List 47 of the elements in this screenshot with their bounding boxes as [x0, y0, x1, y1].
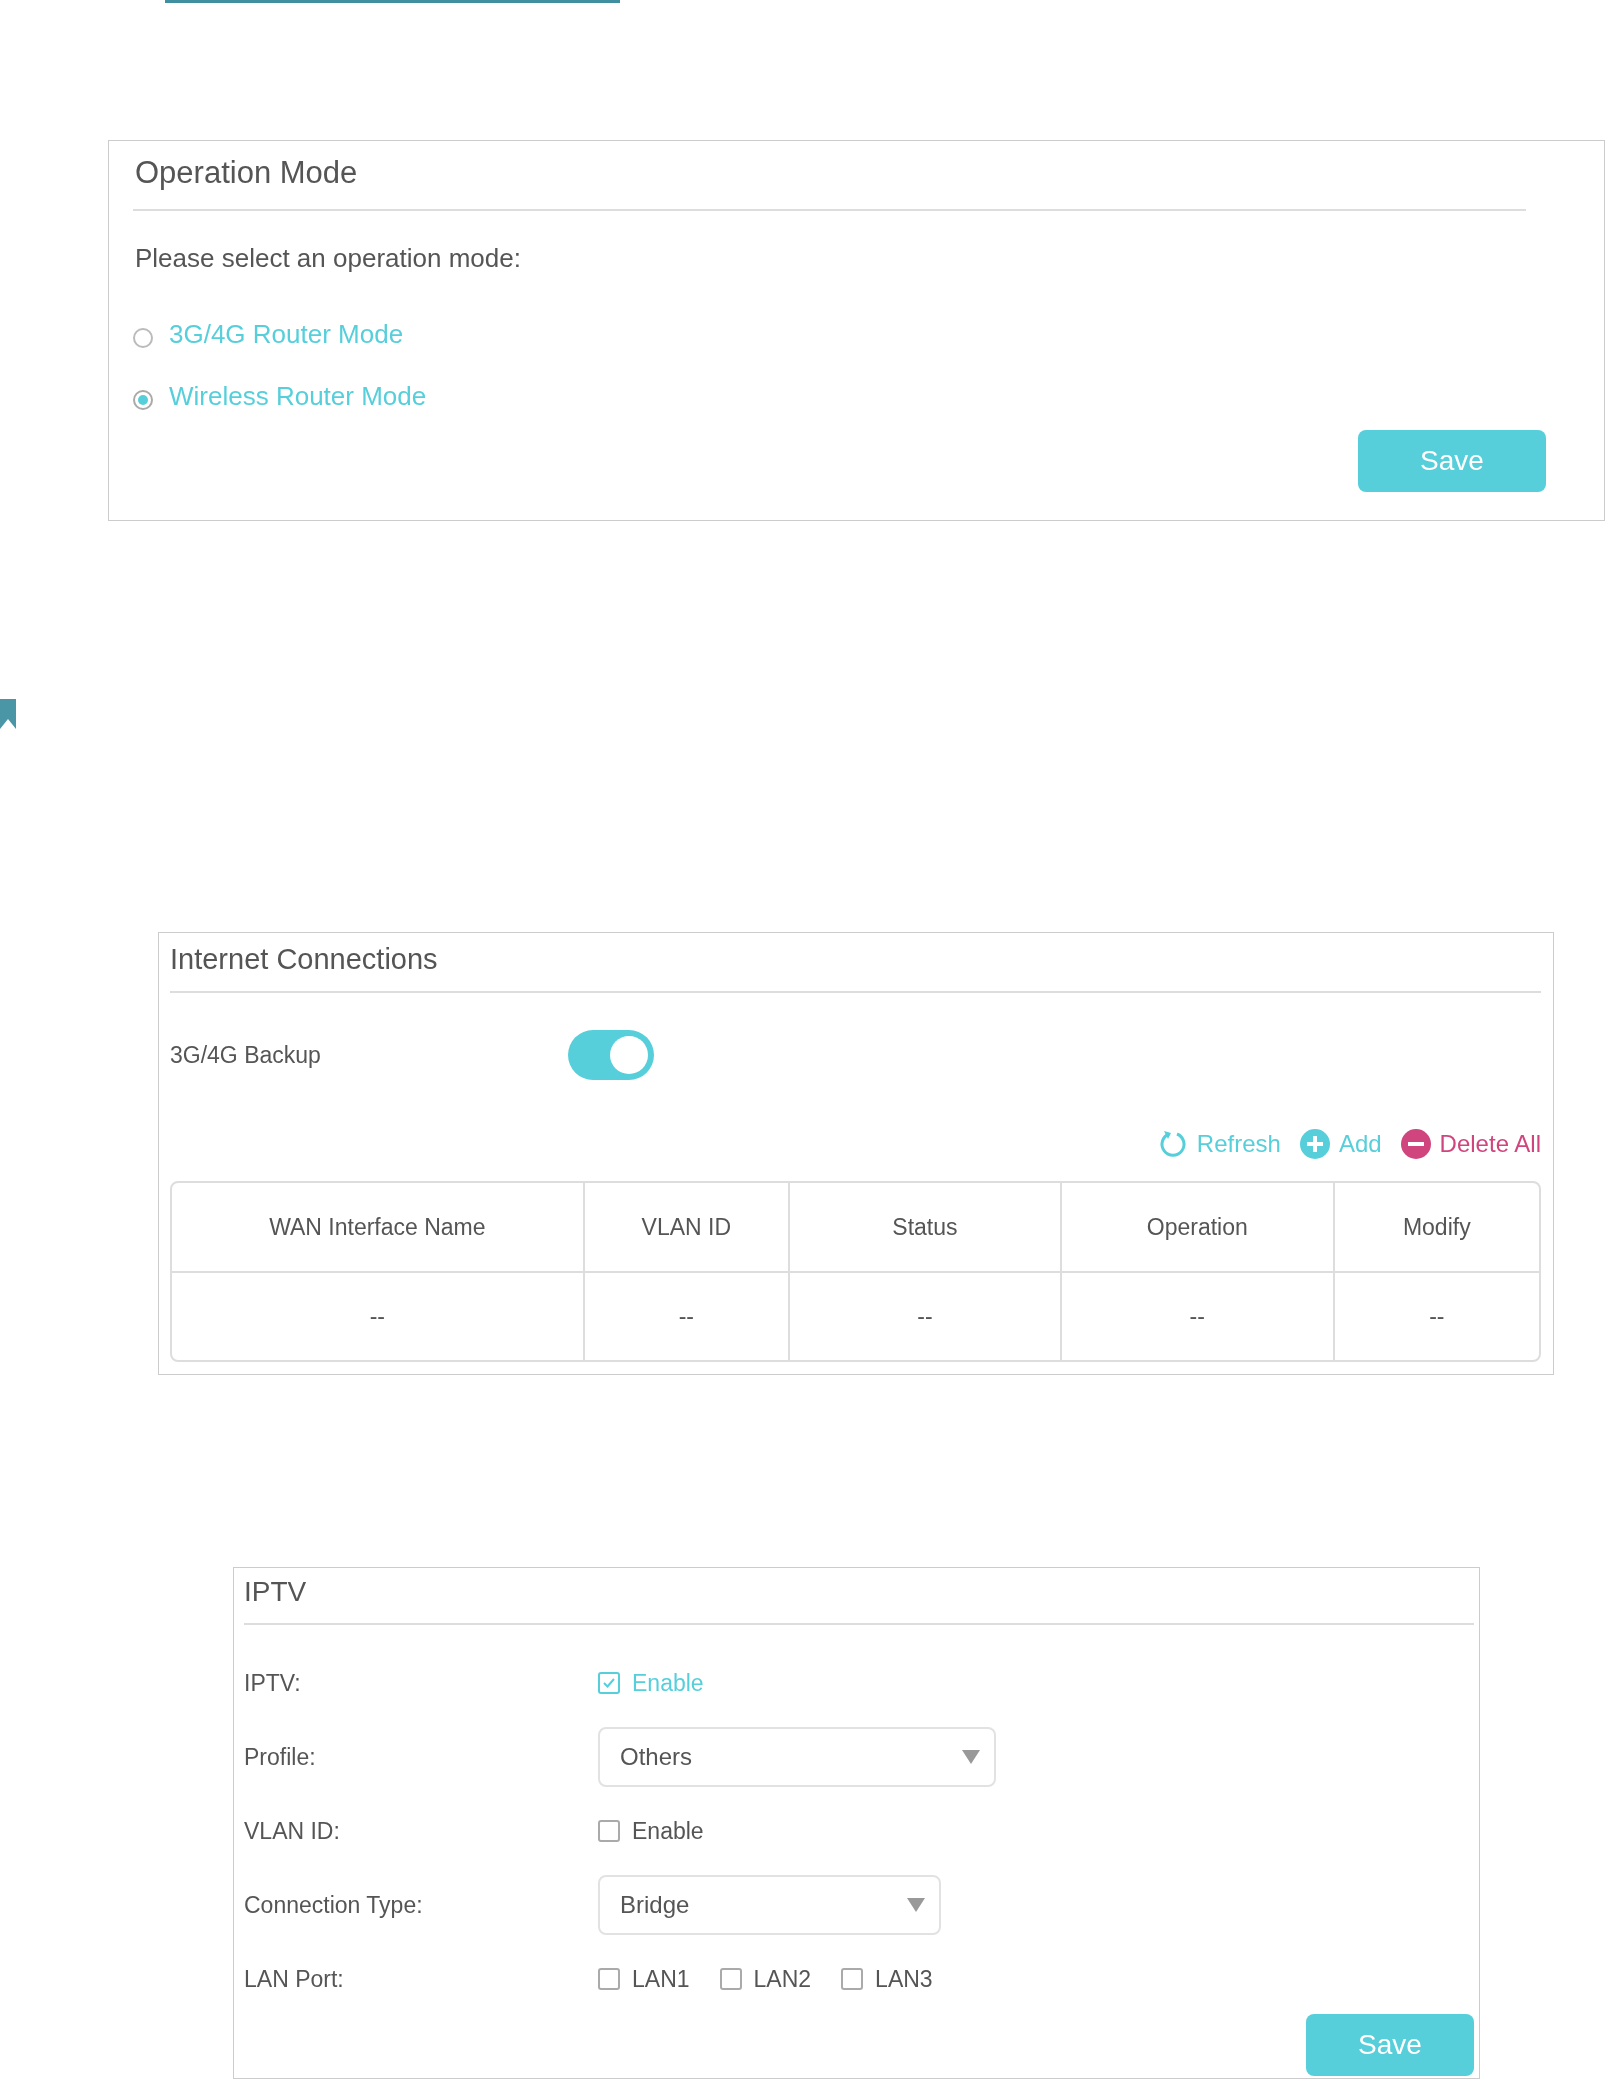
table-cell: -- [172, 1273, 585, 1360]
table-cell: -- [584, 1273, 790, 1360]
prompt-text: Please select an operation mode: [134, 242, 522, 275]
save-button[interactable]: Save [1358, 430, 1546, 492]
column-header: Status [789, 1183, 1062, 1273]
column-header: Modify [1334, 1183, 1539, 1273]
radio-button[interactable] [133, 390, 153, 410]
field-label: Connection Type: [244, 1891, 424, 1919]
radio-label[interactable]: Wireless Router Mode [169, 380, 427, 412]
table-cell: -- [789, 1273, 1062, 1360]
bookmark-icon [0, 699, 16, 729]
table-cell: -- [1061, 1273, 1335, 1360]
checkbox[interactable] [841, 1968, 864, 1990]
checkbox[interactable] [719, 1968, 742, 1990]
checkbox-label: LAN1 [632, 1965, 690, 1993]
checkbox[interactable] [598, 1968, 620, 1990]
dropdown-field[interactable]: Bridge [598, 1875, 941, 1935]
radio-button[interactable] [133, 328, 153, 348]
checkbox[interactable] [598, 1672, 620, 1694]
minus-icon [1399, 1128, 1432, 1160]
field-label: LAN Port: [244, 1965, 345, 1993]
table-cell-text: -- [1428, 1302, 1446, 1331]
field-label: IPTV: [244, 1669, 302, 1697]
radio-label[interactable]: 3G/4G Router Mode [169, 318, 404, 350]
refresh-button[interactable]: Refresh [1156, 1128, 1281, 1160]
delete-button[interactable]: Delete All [1399, 1128, 1541, 1160]
panel-title: Operation Mode [133, 141, 1526, 211]
column-header: WAN Interface Name [172, 1183, 585, 1273]
panel-title: IPTV [244, 1568, 1474, 1625]
dropdown-field[interactable]: Others [598, 1727, 996, 1787]
checkbox-label: Enable [632, 1817, 704, 1845]
caret-icon [907, 1898, 925, 1912]
add-button[interactable]: Add [1298, 1128, 1382, 1160]
field-label: VLAN ID: [244, 1817, 341, 1845]
checkbox-label: LAN2 [753, 1965, 812, 1993]
toggle-switch[interactable] [568, 1030, 654, 1080]
plus-icon [1298, 1128, 1331, 1160]
column-header: VLAN ID [584, 1183, 790, 1273]
panel-title: Internet Connections [170, 933, 1541, 993]
caret-icon [962, 1750, 980, 1764]
backup-label: 3G/4G Backup [170, 1041, 322, 1069]
field-label: Profile: [244, 1743, 317, 1771]
checkbox[interactable] [598, 1820, 620, 1842]
save-button[interactable]: Save [1306, 2014, 1474, 2076]
checkbox-label: Enable [632, 1669, 704, 1697]
checkbox-label: LAN3 [875, 1965, 933, 1993]
column-header: Operation [1061, 1183, 1335, 1273]
